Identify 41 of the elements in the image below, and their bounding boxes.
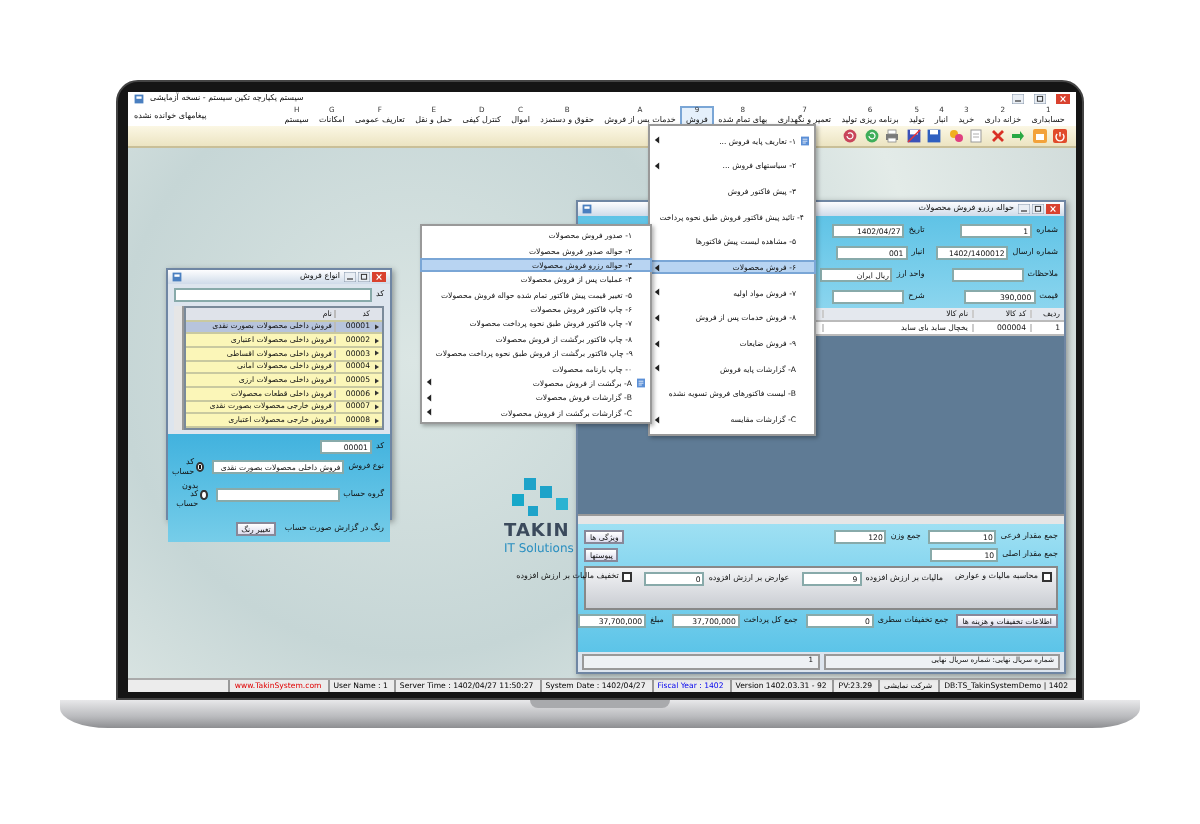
close-icon[interactable] — [989, 128, 1005, 144]
radio-button[interactable] — [200, 490, 208, 501]
arrows-icon[interactable] — [1010, 128, 1026, 144]
save-icon[interactable] — [905, 128, 921, 144]
shapes-icon[interactable] — [947, 128, 963, 144]
minimize-icon[interactable] — [344, 272, 356, 282]
input-field[interactable] — [215, 488, 340, 503]
input-field[interactable] — [832, 290, 905, 304]
submenu-arrow-icon — [654, 263, 660, 272]
power-icon[interactable] — [1052, 128, 1068, 144]
print-icon[interactable] — [884, 128, 900, 144]
close-icon[interactable] — [1046, 204, 1060, 214]
submenu-arrow-icon — [654, 415, 660, 424]
minimize-icon[interactable] — [1018, 204, 1030, 214]
search-field[interactable] — [174, 288, 372, 302]
close-icon[interactable] — [1056, 94, 1070, 104]
submenu-arrow-icon — [654, 364, 660, 373]
radio-button[interactable] — [196, 462, 205, 473]
scrollbar[interactable] — [578, 514, 1064, 524]
submenu-arrow-icon — [654, 161, 660, 170]
document-icon — [800, 135, 810, 146]
maximize-icon[interactable] — [358, 272, 370, 282]
submenu-arrow-icon — [654, 313, 660, 322]
input-field[interactable] — [951, 268, 1024, 282]
refresh-icon[interactable] — [842, 128, 858, 144]
submenu-arrow-icon — [654, 288, 660, 297]
close-icon[interactable] — [372, 272, 386, 282]
refresh-icon[interactable] — [863, 128, 879, 144]
maximize-icon[interactable] — [1034, 94, 1046, 104]
window-icon — [582, 204, 592, 214]
submenu-arrow-icon — [654, 136, 660, 145]
save-icon[interactable] — [926, 128, 942, 144]
document-icon — [636, 377, 646, 388]
logo-name: TAKIN — [504, 524, 570, 542]
maximize-icon[interactable] — [1032, 204, 1044, 214]
submenu-arrow-icon — [654, 339, 660, 348]
checkbox[interactable] — [1042, 572, 1052, 582]
minimize-icon[interactable] — [1012, 94, 1024, 104]
window-icon — [172, 272, 182, 282]
scrollbar[interactable] — [174, 306, 184, 430]
checkbox[interactable] — [622, 572, 633, 582]
